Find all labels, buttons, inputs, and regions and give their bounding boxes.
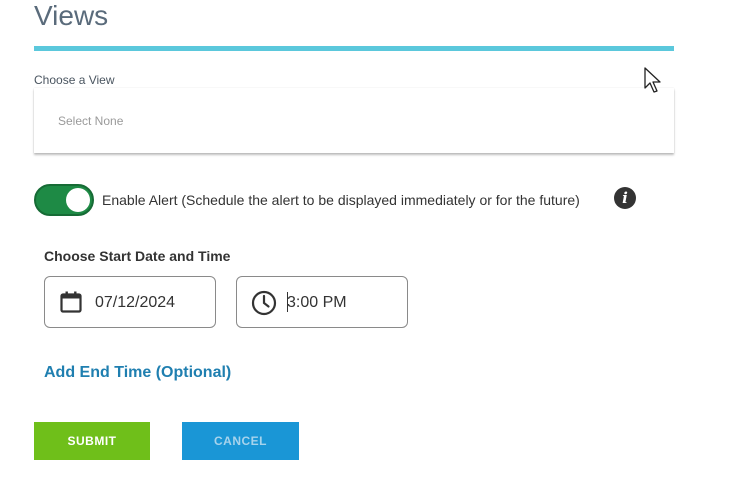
calendar-icon bbox=[60, 291, 82, 313]
mouse-pointer-icon bbox=[644, 67, 661, 93]
start-date-value: 07/12/2024 bbox=[95, 294, 176, 311]
enable-alert-toggle[interactable] bbox=[34, 184, 94, 216]
info-icon[interactable]: i bbox=[614, 187, 636, 209]
view-select-dropdown[interactable]: Select None bbox=[34, 88, 674, 153]
view-select-label: Choose a View bbox=[34, 73, 115, 87]
cancel-button[interactable]: CANCEL bbox=[182, 422, 299, 460]
add-end-time-link[interactable]: Add End Time (Optional) bbox=[44, 364, 231, 382]
view-select-value: Select None bbox=[58, 114, 124, 128]
clock-icon bbox=[251, 290, 277, 316]
title-divider bbox=[34, 46, 674, 51]
submit-button[interactable]: SUBMIT bbox=[34, 422, 150, 460]
start-time-value: 3:00 PM bbox=[287, 294, 347, 311]
enable-alert-label: Enable Alert (Schedule the alert to be d… bbox=[102, 192, 580, 208]
start-date-field[interactable]: 07/12/2024 bbox=[44, 276, 216, 328]
start-time-field[interactable]: 3:00 PM bbox=[236, 276, 408, 328]
start-date-time-heading: Choose Start Date and Time bbox=[44, 248, 231, 264]
toggle-knob bbox=[66, 188, 90, 212]
page-title: Views bbox=[34, 0, 109, 31]
